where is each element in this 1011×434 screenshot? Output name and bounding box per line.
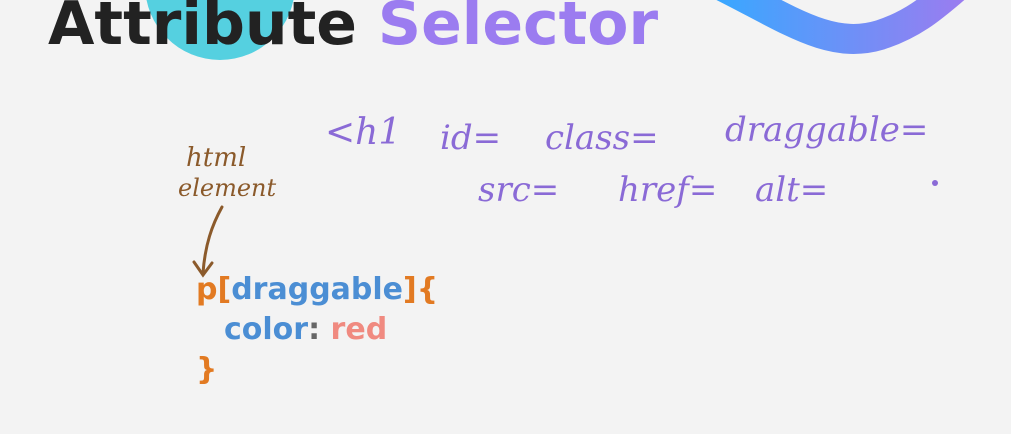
code-value: red [330, 312, 388, 347]
code-line-close: } [196, 350, 217, 390]
code-attribute: draggable [231, 272, 404, 307]
code-selector: p [196, 272, 218, 307]
code-close-brace: } [196, 352, 218, 387]
code-property: color [224, 312, 309, 347]
code-open-bracket: [ [217, 272, 232, 307]
code-open-brace: { [416, 272, 439, 307]
annotation-arrow [192, 205, 224, 278]
code-colon: : [308, 312, 321, 347]
code-close-bracket: ] [403, 272, 417, 307]
code-line-selector: p[draggable]{ [196, 270, 438, 310]
code-line-declaration: color: red [224, 310, 387, 350]
